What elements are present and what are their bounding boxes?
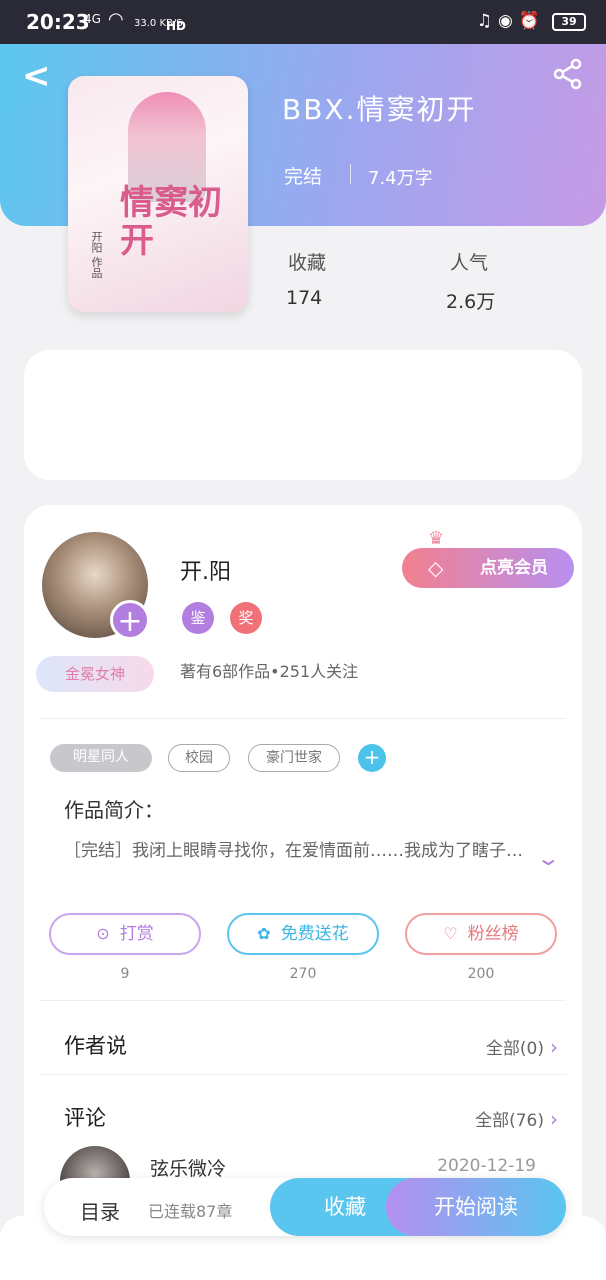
author-tag-icon: 鉴 (182, 602, 214, 634)
chevron-right-icon: › (550, 1107, 558, 1131)
mute-icon: ♫ (476, 11, 498, 31)
author-badge: 金冕女神 (36, 656, 154, 692)
hd-indicator: HD (166, 19, 187, 33)
add-tag-button[interactable]: + (358, 744, 386, 772)
status-bar: 20:23 4G ◠ 33.0 KB/S HD ♫◉⏰ 39 (0, 0, 606, 44)
diamond-icon: ◇ (428, 556, 444, 580)
fans-ranking-button[interactable]: ♡ 粉丝榜 (405, 913, 557, 955)
flower-count: 270 (289, 966, 317, 982)
comments-title: 评论 (64, 1106, 106, 1130)
favorites-count: 174 (286, 287, 323, 309)
author-says-more[interactable]: 全部(0) › (486, 1034, 558, 1059)
cover-author: 开阳 作品 (90, 231, 103, 279)
follow-author-button[interactable]: + (110, 600, 150, 640)
share-icon (553, 58, 582, 90)
toc-button[interactable]: 目录 (80, 1196, 120, 1225)
chevron-right-icon: › (550, 1035, 558, 1059)
status-time: 20:23 (26, 10, 90, 34)
favorites-label: 收藏 (288, 252, 327, 274)
award-tag-icon: 奖 (230, 602, 262, 634)
send-flower-label: 免费送花 (280, 924, 349, 944)
author-stats: 著有6部作品•251人关注 (180, 662, 359, 681)
vip-button[interactable]: ◇ 点亮会员 (402, 548, 574, 588)
blank-card (24, 350, 582, 480)
start-reading-button[interactable]: 开始阅读 (386, 1178, 566, 1236)
intro-text: ［完结］我闭上眼睛寻找你，在爱情面前……我成为了瞎子… (64, 841, 523, 861)
author-says-count: 全部(0) (485, 1039, 544, 1059)
divider (350, 164, 351, 184)
cover-title: 情窦初开 (120, 183, 222, 261)
tag-chip[interactable]: 明星同人 (50, 744, 152, 772)
intro-title: 作品简介： (64, 798, 164, 822)
tag-chip[interactable]: 豪门世家 (248, 744, 340, 772)
commenter-name: 弦乐微冷 (150, 1158, 227, 1180)
crown-icon: ♛ (428, 528, 445, 549)
back-button[interactable]: < (22, 56, 51, 96)
signal-indicator: 4G (84, 12, 101, 26)
chevron-left-icon: < (22, 56, 51, 96)
status-icons: ♫◉⏰ (477, 11, 546, 31)
popularity-count: 2.6万 (446, 291, 496, 313)
tag-chip[interactable]: 校园 (168, 744, 230, 772)
chapter-count: 已连载87章 (148, 1202, 233, 1221)
fans-ranking-label: 粉丝榜 (467, 924, 519, 944)
yen-icon: ⊙ (96, 924, 110, 943)
popularity-label: 人气 (450, 252, 489, 274)
tip-button[interactable]: ⊙ 打赏 (49, 913, 201, 955)
comments-more[interactable]: 全部(76) › (475, 1106, 558, 1131)
chevron-down-icon: ⌄ (535, 846, 561, 870)
vip-button-label: 点亮会员 (480, 558, 548, 578)
share-button[interactable] (552, 58, 584, 90)
comment-date: 2020-12-19 (437, 1156, 536, 1176)
book-cover[interactable]: 情窦初开 开阳 作品 (68, 76, 248, 312)
tip-label: 打赏 (119, 924, 154, 944)
plus-icon: + (117, 604, 143, 639)
alarm-icon: ⏰ (518, 11, 546, 31)
lock-icon: ◉ (497, 11, 519, 31)
fans-count: 200 (467, 966, 495, 982)
battery-indicator: 39 (552, 13, 586, 31)
author-says-title: 作者说 (64, 1034, 127, 1058)
wifi-icon: ◠ (108, 9, 124, 30)
flower-icon: ✿ (257, 924, 271, 943)
fan-icon: ♡ (443, 924, 458, 943)
divider (40, 718, 566, 719)
comments-count: 全部(76) (475, 1111, 544, 1131)
tip-count: 9 (120, 966, 130, 982)
book-status: 完结 (284, 166, 323, 188)
divider (40, 1000, 566, 1001)
expand-intro-button[interactable]: ⌄ (536, 846, 561, 870)
plus-icon: + (363, 745, 381, 769)
send-flower-button[interactable]: ✿ 免费送花 (227, 913, 379, 955)
author-name[interactable]: 开.阳 (180, 554, 231, 586)
divider (40, 1074, 566, 1075)
book-title: BBX.情窦初开 (282, 93, 477, 126)
book-word-count: 7.4万字 (368, 168, 433, 189)
